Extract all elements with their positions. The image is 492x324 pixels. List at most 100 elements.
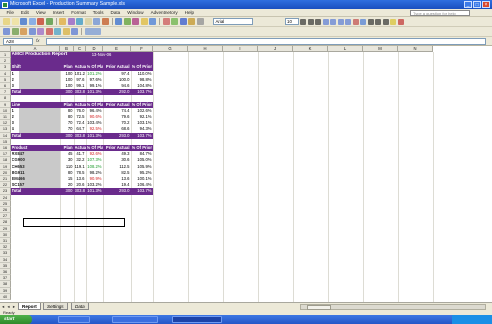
sheet-tab-report[interactable]: Report: [18, 303, 41, 310]
cell[interactable]: 103.7%: [132, 133, 153, 139]
cell[interactable]: 13-Nov-06: [87, 52, 117, 58]
toolbar-button-icon[interactable]: [101, 18, 109, 25]
format-button-icon[interactable]: [390, 18, 396, 25]
minimize-button[interactable]: _: [464, 1, 472, 8]
cell[interactable]: 292.0: [104, 89, 131, 95]
worksheet-grid[interactable]: A B C D E F G H I J K L M N 1 2 3 4 5 6 7 8 9 10 11 12 13 14 15 16 17 1…: [0, 46, 492, 302]
menu-item-help[interactable]: Help: [181, 10, 197, 15]
toolbar-button-icon[interactable]: [115, 18, 122, 25]
menu-item-window[interactable]: Window: [124, 10, 147, 15]
toolbar-button-icon[interactable]: [3, 28, 10, 35]
cell[interactable]: 303.8: [75, 89, 86, 95]
toolbar-button-icon[interactable]: [67, 18, 75, 25]
fx-icon[interactable]: fx: [36, 38, 40, 43]
start-button[interactable]: start: [0, 315, 32, 324]
format-button-icon[interactable]: [300, 18, 306, 25]
menu-item-format[interactable]: Format: [68, 10, 90, 15]
active-cell-selection[interactable]: [23, 218, 125, 227]
toolbar-button-icon[interactable]: [45, 18, 53, 25]
format-button-icon[interactable]: [382, 18, 389, 25]
font-size-select[interactable]: 10: [284, 18, 299, 25]
cell[interactable]: 101.3%: [87, 133, 103, 139]
cell[interactable]: 293.0: [104, 133, 131, 139]
format-button-icon[interactable]: [315, 18, 321, 25]
format-button-icon[interactable]: [330, 18, 336, 25]
cell[interactable]: 303.8: [75, 188, 86, 194]
toolbar-button-icon[interactable]: [149, 18, 156, 25]
toolbar-button-icon[interactable]: [20, 28, 27, 35]
formula-input[interactable]: [46, 38, 486, 45]
column-header-k[interactable]: K: [293, 46, 328, 52]
format-button-icon[interactable]: [345, 18, 351, 25]
toolbar-button-icon[interactable]: [11, 18, 19, 25]
cell[interactable]: 300: [61, 133, 74, 139]
toolbar-button-icon[interactable]: [132, 18, 139, 25]
menu-item-tools[interactable]: Tools: [89, 10, 107, 15]
cell[interactable]: 103.7%: [132, 188, 153, 194]
toolbar-button-icon[interactable]: [54, 28, 61, 35]
column-header-m[interactable]: M: [363, 46, 398, 52]
cell[interactable]: 303.8: [75, 133, 86, 139]
format-button-icon[interactable]: [397, 18, 404, 25]
menu-item-view[interactable]: View: [32, 10, 49, 15]
menu-item-insert[interactable]: Insert: [49, 10, 68, 15]
format-button-icon[interactable]: [367, 18, 374, 25]
menu-item-edit[interactable]: Edit: [17, 10, 32, 15]
column-header-g[interactable]: G: [153, 46, 188, 52]
column-header-i[interactable]: I: [223, 46, 258, 52]
toolbar-button-icon[interactable]: [84, 18, 92, 25]
maximize-button[interactable]: □: [473, 1, 481, 8]
toolbar-button-icon[interactable]: [37, 18, 44, 25]
toolbar-button-icon[interactable]: [196, 18, 204, 25]
toolbar-button-icon[interactable]: [59, 18, 66, 25]
format-button-icon[interactable]: [322, 18, 329, 25]
format-button-icon[interactable]: [375, 18, 381, 25]
font-name-select[interactable]: Arial: [213, 18, 253, 25]
cell[interactable]: Total: [12, 89, 60, 95]
toolbar-button-icon[interactable]: [62, 28, 70, 35]
name-box[interactable]: A28: [3, 38, 33, 45]
taskbar-app-button[interactable]: [58, 316, 90, 323]
column-header-n[interactable]: N: [398, 46, 433, 52]
toolbar-button-icon[interactable]: [179, 18, 187, 25]
taskbar-app-button[interactable]: [112, 316, 158, 323]
toolbar-button-icon[interactable]: [20, 18, 27, 25]
toolbar-button-icon[interactable]: [3, 18, 10, 25]
toolbar-button-icon[interactable]: [162, 18, 170, 25]
toolbar-button-icon[interactable]: [28, 18, 36, 25]
cell[interactable]: 300: [61, 89, 74, 95]
menu-item-adventnetory[interactable]: Adventnetory: [147, 10, 181, 15]
cell[interactable]: 101.3%: [87, 188, 103, 194]
taskbar-excel-button[interactable]: [172, 316, 222, 323]
column-header-j[interactable]: J: [258, 46, 293, 52]
cell[interactable]: 293.0: [104, 188, 131, 194]
column-header-h[interactable]: H: [188, 46, 223, 52]
help-search-input[interactable]: Type a question for help: [410, 10, 470, 16]
cell[interactable]: 103.7%: [132, 89, 153, 95]
sheet-tab-settings[interactable]: Settings: [43, 303, 68, 310]
toolbar-button-icon[interactable]: [171, 18, 178, 25]
toolbar-button-icon[interactable]: [45, 28, 53, 35]
toolbar-button-icon[interactable]: [140, 18, 148, 25]
toolbar-button-icon[interactable]: [84, 28, 101, 35]
cell[interactable]: Total: [12, 188, 60, 194]
column-header-l[interactable]: L: [328, 46, 363, 52]
menu-item-data[interactable]: Data: [107, 10, 124, 15]
toolbar-button-icon[interactable]: [71, 28, 78, 35]
toolbar-button-icon[interactable]: [188, 18, 195, 25]
toolbar-button-icon[interactable]: [93, 18, 100, 25]
format-button-icon[interactable]: [307, 18, 314, 25]
toolbar-button-icon[interactable]: [11, 28, 19, 35]
format-button-icon[interactable]: [337, 18, 344, 25]
toolbar-button-icon[interactable]: [28, 28, 36, 35]
format-button-icon[interactable]: [352, 18, 359, 25]
sheet-tab-data[interactable]: Data: [71, 303, 89, 310]
cell[interactable]: 101.3%: [87, 89, 103, 95]
cell[interactable]: 300: [61, 188, 74, 194]
toolbar-button-icon[interactable]: [76, 18, 83, 25]
cell[interactable]: Total: [12, 133, 60, 139]
format-button-icon[interactable]: [360, 18, 366, 25]
row-header[interactable]: 40: [0, 293, 11, 300]
close-button[interactable]: ×: [482, 1, 490, 8]
menu-item-file[interactable]: File: [3, 10, 17, 15]
